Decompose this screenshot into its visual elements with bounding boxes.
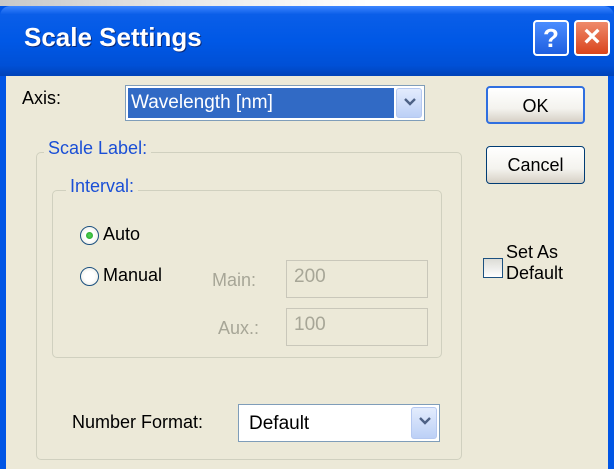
dialog-body: Axis: Wavelength [nm] OK Cancel Scale La…	[6, 76, 608, 469]
set-as-default-line1[interactable]: Set As	[506, 242, 558, 263]
scale-settings-dialog: Scale Settings ? × Axis: Wavelength [nm]…	[0, 6, 614, 469]
ok-button[interactable]: OK	[486, 86, 585, 124]
scale-label-legend: Scale Label:	[44, 138, 152, 159]
manual-label[interactable]: Manual	[103, 265, 162, 286]
aux-label: Aux.:	[218, 318, 260, 338]
dialog-title: Scale Settings	[24, 22, 202, 52]
set-as-default-line2[interactable]: Default	[506, 263, 563, 284]
number-format-label: Number Format:	[72, 412, 204, 432]
chevron-down-icon[interactable]	[411, 407, 437, 439]
manual-radio[interactable]	[80, 267, 99, 286]
cancel-button[interactable]: Cancel	[486, 146, 585, 184]
axis-dropdown-value: Wavelength [nm]	[128, 88, 394, 118]
set-as-default-checkbox[interactable]	[483, 258, 503, 278]
interval-legend: Interval:	[66, 176, 139, 197]
main-interval-field[interactable]: 200	[286, 260, 428, 298]
help-button[interactable]: ?	[533, 20, 569, 56]
auto-label[interactable]: Auto	[103, 224, 140, 245]
main-label: Main:	[212, 270, 257, 290]
axis-label: Axis:	[22, 88, 62, 108]
close-button[interactable]: ×	[574, 20, 610, 56]
axis-dropdown[interactable]: Wavelength [nm]	[125, 85, 425, 121]
title-bar[interactable]: Scale Settings ? ×	[0, 6, 614, 76]
aux-interval-field[interactable]: 100	[286, 308, 428, 346]
number-format-value: Default	[249, 413, 310, 434]
chevron-down-icon[interactable]	[396, 88, 422, 118]
auto-radio[interactable]	[80, 226, 99, 245]
number-format-dropdown[interactable]: Default	[238, 404, 440, 442]
